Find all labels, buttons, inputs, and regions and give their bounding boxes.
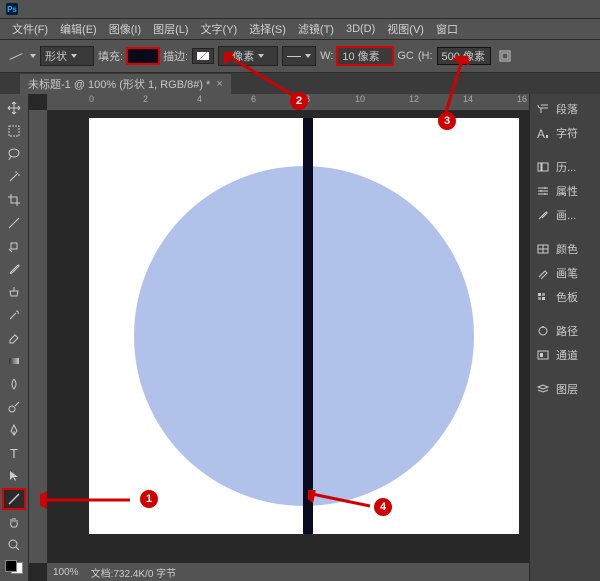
pen-tool[interactable]	[3, 420, 25, 440]
brush-tool[interactable]	[3, 259, 25, 279]
fill-swatch[interactable]	[127, 48, 159, 64]
title-bar: Ps	[0, 0, 600, 19]
fill-label: 填充:	[98, 48, 123, 64]
workspace: T 0 2 4 6 8 10 12 14 16	[0, 94, 600, 581]
zoom-level[interactable]: 100%	[53, 567, 79, 578]
mode-selector[interactable]: 形状	[40, 46, 94, 66]
annotation-badge-3: 3	[438, 112, 456, 130]
height-field[interactable]: 500 像素	[437, 47, 491, 65]
w-label: W:	[320, 50, 333, 62]
annotation-badge-2: 2	[290, 92, 308, 110]
panel-brush[interactable]: 画笔	[530, 262, 600, 284]
healing-tool[interactable]	[3, 236, 25, 256]
ruler-tick: 2	[143, 94, 148, 104]
panel-color[interactable]: 颜色	[530, 238, 600, 260]
panel-properties[interactable]: 属性	[530, 180, 600, 202]
history-brush-tool[interactable]	[3, 305, 25, 325]
blur-tool[interactable]	[3, 374, 25, 394]
annotation-badge-4: 4	[374, 498, 392, 516]
type-tool[interactable]: T	[3, 443, 25, 463]
svg-text:T: T	[10, 446, 18, 460]
ruler-tick: 12	[409, 94, 419, 104]
stroke-swatch[interactable]	[192, 48, 214, 64]
canvas-area: 0 2 4 6 8 10 12 14 16 100% 文档:732.4K/0 字…	[29, 94, 529, 581]
dodge-tool[interactable]	[3, 397, 25, 417]
line-shape[interactable]	[303, 118, 313, 534]
stroke-style[interactable]	[282, 46, 316, 66]
panel-paths[interactable]: 路径	[530, 320, 600, 342]
magic-wand-tool[interactable]	[3, 167, 25, 187]
zoom-tool[interactable]	[3, 535, 25, 555]
tool-preset-picker[interactable]	[6, 46, 26, 66]
eyedropper-tool[interactable]	[3, 213, 25, 233]
ruler-tick: 6	[251, 94, 256, 104]
annotation-badge-1: 1	[140, 490, 158, 508]
panel-paragraph[interactable]: 段落	[530, 98, 600, 120]
panel-character[interactable]: A字符	[530, 122, 600, 144]
status-bar: 100% 文档:732.4K/0 字节	[47, 562, 529, 581]
marquee-tool[interactable]	[3, 121, 25, 141]
height-value: 500 像素	[442, 48, 485, 64]
ruler-tick: 0	[89, 94, 94, 104]
gradient-tool[interactable]	[3, 351, 25, 371]
document-tab-title: 未标题-1 @ 100% (形状 1, RGB/8#) *	[28, 76, 210, 92]
menu-layer[interactable]: 图层(L)	[147, 21, 194, 37]
align-icon[interactable]	[495, 46, 515, 66]
eraser-tool[interactable]	[3, 328, 25, 348]
mode-selector-label: 形状	[45, 48, 67, 64]
panel-swatches[interactable]: 色板	[530, 286, 600, 308]
move-tool[interactable]	[3, 98, 25, 118]
menu-filter[interactable]: 滤镜(T)	[292, 21, 340, 37]
panel-layers[interactable]: 图层	[530, 378, 600, 400]
panel-history[interactable]: 历...	[530, 156, 600, 178]
gc-label: GC	[397, 50, 414, 62]
document-canvas[interactable]	[89, 118, 519, 534]
ruler-tick: 14	[463, 94, 473, 104]
panel-brush-presets[interactable]: 画...	[530, 204, 600, 226]
menu-window[interactable]: 窗口	[430, 21, 464, 37]
close-icon[interactable]: ×	[216, 78, 222, 90]
stroke-label: 描边:	[163, 48, 188, 64]
panel-channels[interactable]: 通道	[530, 344, 600, 366]
docsize: 文档:732.4K/0 字节	[91, 565, 177, 580]
menu-type[interactable]: 文字(Y)	[195, 21, 244, 37]
ruler-tick: 16	[517, 94, 527, 104]
ruler-tick: 4	[197, 94, 202, 104]
crop-tool[interactable]	[3, 190, 25, 210]
lasso-tool[interactable]	[3, 144, 25, 164]
panel-dock: 段落 A字符 历... 属性 画... 颜色 画笔 色板 路径 通道 图层	[529, 94, 600, 581]
menu-edit[interactable]: 编辑(E)	[54, 21, 103, 37]
foreground-background-colors[interactable]	[5, 560, 23, 574]
options-bar: 形状 填充: 描边: 1 像素 W: 10 像素 GC (H: 500 像素	[0, 40, 600, 73]
hand-tool[interactable]	[3, 512, 25, 532]
menu-image[interactable]: 图像(I)	[103, 21, 147, 37]
document-tab[interactable]: 未标题-1 @ 100% (形状 1, RGB/8#) * ×	[20, 74, 231, 94]
photoshop-window: Ps 文件(F) 编辑(E) 图像(I) 图层(L) 文字(Y) 选择(S) 滤…	[0, 0, 600, 581]
ps-logo: Ps	[6, 3, 18, 15]
h-label: (H:	[418, 50, 433, 62]
chevron-down-icon[interactable]	[30, 54, 36, 58]
menu-file[interactable]: 文件(F)	[6, 21, 54, 37]
width-value: 10 像素	[342, 48, 379, 64]
ruler-tick: 10	[355, 94, 365, 104]
path-selection-tool[interactable]	[3, 466, 25, 486]
width-field[interactable]: 10 像素	[337, 47, 393, 65]
clone-stamp-tool[interactable]	[3, 282, 25, 302]
menu-bar: 文件(F) 编辑(E) 图像(I) 图层(L) 文字(Y) 选择(S) 滤镜(T…	[0, 19, 600, 40]
menu-3d[interactable]: 3D(D)	[340, 23, 381, 35]
stroke-width-value: 1 像素	[223, 48, 254, 64]
ruler-vertical	[29, 110, 48, 563]
svg-text:A: A	[537, 127, 545, 139]
line-tool[interactable]	[3, 489, 25, 509]
menu-view[interactable]: 视图(V)	[381, 21, 430, 37]
stroke-width[interactable]: 1 像素	[218, 46, 278, 66]
menu-select[interactable]: 选择(S)	[243, 21, 292, 37]
tools-panel: T	[0, 94, 29, 581]
ruler-horizontal: 0 2 4 6 8 10 12 14 16	[47, 94, 529, 111]
